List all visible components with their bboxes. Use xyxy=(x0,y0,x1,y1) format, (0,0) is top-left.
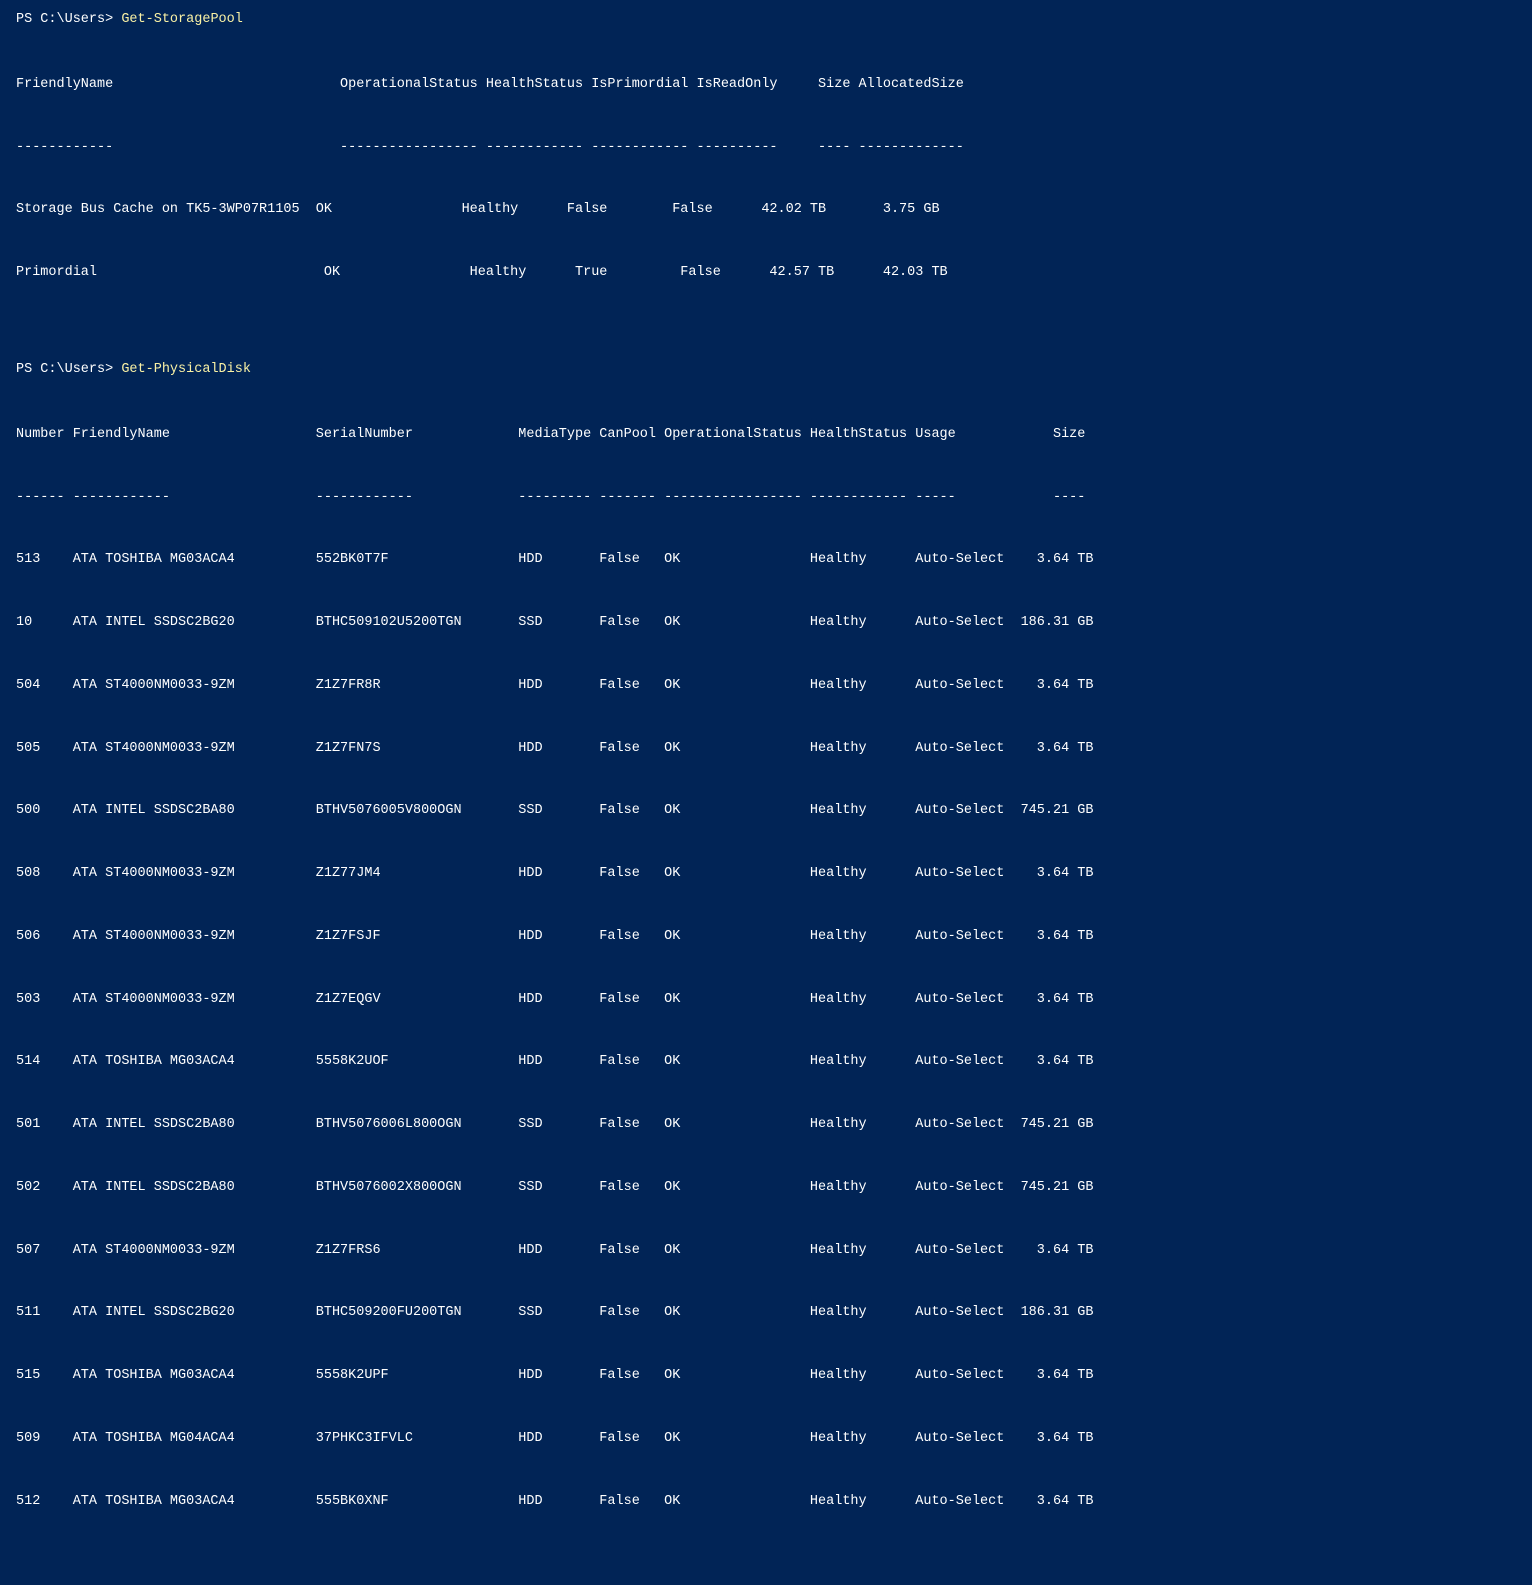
physicaldisk-row-14: 509 ATA TOSHIBA MG04ACA4 37PHKC3IFVLC HD… xyxy=(16,1429,1516,1450)
physicaldisk-row-11: 507 ATA ST4000NM0033-9ZM Z1Z7FRS6 HDD Fa… xyxy=(16,1241,1516,1262)
physicaldisk-row-4: 500 ATA INTEL SSDSC2BA80 BTHV5076005V800… xyxy=(16,801,1516,822)
physicaldisk-row-7: 503 ATA ST4000NM0033-9ZM Z1Z7EQGV HDD Fa… xyxy=(16,990,1516,1011)
command-2: Get-PhysicalDisk xyxy=(121,362,251,377)
storagepool-row-0: Storage Bus Cache on TK5-3WP07R1105 OK H… xyxy=(16,200,1516,221)
terminal-window: PS C:\Users> Get-StoragePool FriendlyNam… xyxy=(16,12,1516,1555)
physicaldisk-separator: ------ ------------ ------------ -------… xyxy=(16,488,1516,509)
physicaldisk-row-0: 513 ATA TOSHIBA MG03ACA4 552BK0T7F HDD F… xyxy=(16,550,1516,571)
storagepool-row-1: Primordial OK Healthy True False 42.57 T… xyxy=(16,263,1516,284)
physicaldisk-row-3: 505 ATA ST4000NM0033-9ZM Z1Z7FN7S HDD Fa… xyxy=(16,739,1516,760)
prompt-text-1: PS C:\Users> xyxy=(16,12,121,27)
physicaldisk-row-1: 10 ATA INTEL SSDSC2BG20 BTHC509102U5200T… xyxy=(16,613,1516,634)
physicaldisk-row-15: 512 ATA TOSHIBA MG03ACA4 555BK0XNF HDD F… xyxy=(16,1492,1516,1513)
physicaldisk-output: Number FriendlyName SerialNumber MediaTy… xyxy=(16,383,1516,1555)
physicaldisk-row-9: 501 ATA INTEL SSDSC2BA80 BTHV5076006L800… xyxy=(16,1115,1516,1136)
prompt-line-2: PS C:\Users> Get-PhysicalDisk xyxy=(16,362,1516,377)
physicaldisk-row-6: 506 ATA ST4000NM0033-9ZM Z1Z7FSJF HDD Fa… xyxy=(16,927,1516,948)
storagepool-separator: ------------ ----------------- ---------… xyxy=(16,138,1516,159)
storagepool-header: FriendlyName OperationalStatus HealthSta… xyxy=(16,75,1516,96)
physicaldisk-row-12: 511 ATA INTEL SSDSC2BG20 BTHC509200FU200… xyxy=(16,1303,1516,1324)
prompt-text-2: PS C:\Users> xyxy=(16,362,121,377)
physicaldisk-header: Number FriendlyName SerialNumber MediaTy… xyxy=(16,425,1516,446)
physicaldisk-row-8: 514 ATA TOSHIBA MG03ACA4 5558K2UOF HDD F… xyxy=(16,1052,1516,1073)
physicaldisk-row-13: 515 ATA TOSHIBA MG03ACA4 5558K2UPF HDD F… xyxy=(16,1366,1516,1387)
spacer-1 xyxy=(16,344,1516,362)
physicaldisk-row-5: 508 ATA ST4000NM0033-9ZM Z1Z77JM4 HDD Fa… xyxy=(16,864,1516,885)
physicaldisk-row-10: 502 ATA INTEL SSDSC2BA80 BTHV5076002X800… xyxy=(16,1178,1516,1199)
storagepool-output: FriendlyName OperationalStatus HealthSta… xyxy=(16,33,1516,326)
command-1: Get-StoragePool xyxy=(121,12,243,27)
prompt-line-1: PS C:\Users> Get-StoragePool xyxy=(16,12,1516,27)
physicaldisk-row-2: 504 ATA ST4000NM0033-9ZM Z1Z7FR8R HDD Fa… xyxy=(16,676,1516,697)
